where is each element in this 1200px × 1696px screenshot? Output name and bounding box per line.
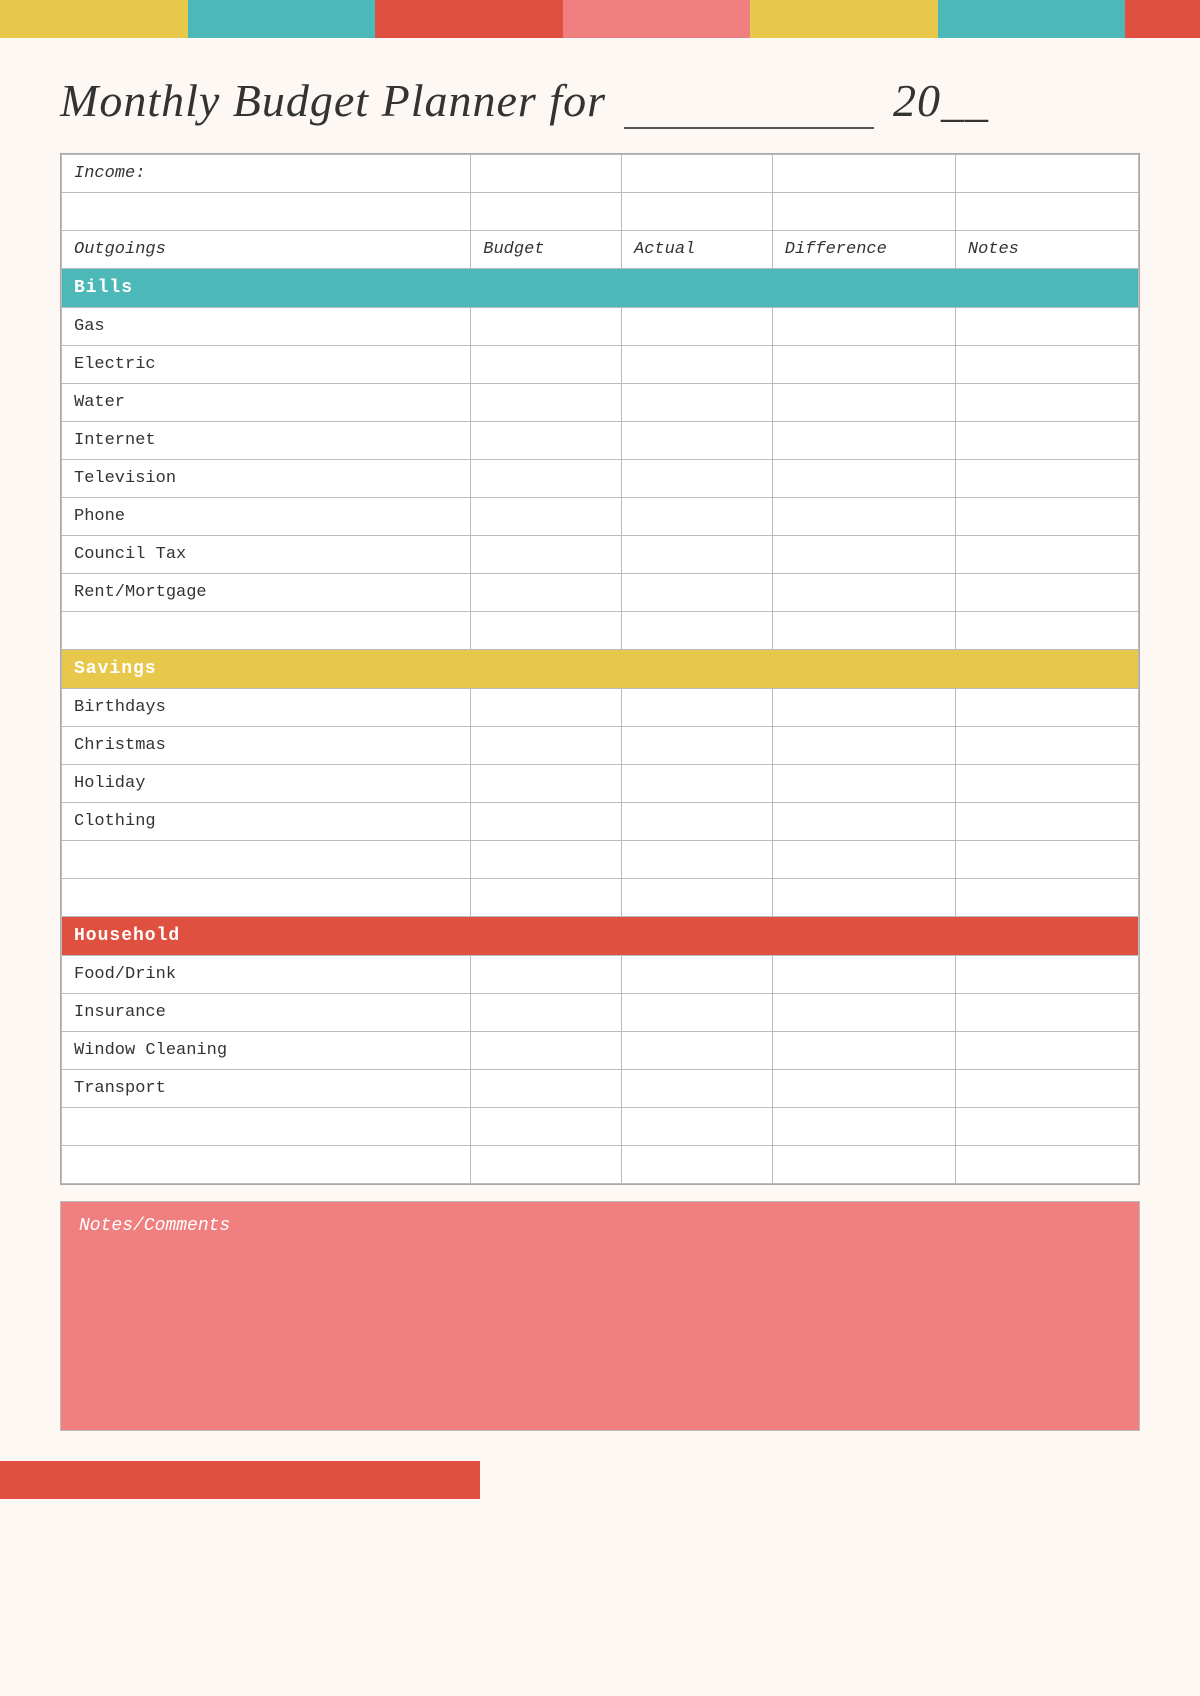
- bills-rent-mortgage-label: Rent/Mortgage: [62, 574, 471, 612]
- bills-phone-label: Phone: [62, 498, 471, 536]
- bills-gas-row: Gas: [62, 308, 1139, 346]
- bills-council-tax-row: Council Tax: [62, 536, 1139, 574]
- savings-birthdays-row: Birthdays: [62, 689, 1139, 727]
- budget-table: Income: Outgoings Budget Actual Differen…: [61, 154, 1139, 1184]
- savings-header-row: Savings: [62, 650, 1139, 689]
- income-actual: [622, 155, 773, 193]
- household-window-cleaning-row: Window Cleaning: [62, 1032, 1139, 1070]
- bills-water-row: Water: [62, 384, 1139, 422]
- top-bar-teal-1: [188, 0, 376, 38]
- bills-television-label: Television: [62, 460, 471, 498]
- outgoings-col3: Difference: [772, 231, 955, 269]
- empty-row-1: [62, 193, 1139, 231]
- income-budget: [471, 155, 622, 193]
- household-food-drink-row: Food/Drink: [62, 956, 1139, 994]
- bills-internet-label: Internet: [62, 422, 471, 460]
- household-food-drink-label: Food/Drink: [62, 956, 471, 994]
- savings-christmas-row: Christmas: [62, 727, 1139, 765]
- outgoings-col4: Notes: [955, 231, 1138, 269]
- title-name-line: [624, 74, 874, 129]
- bills-header-label: Bills: [62, 269, 1139, 308]
- empty-row-3: [62, 841, 1139, 879]
- outgoings-col0: Outgoings: [62, 231, 471, 269]
- household-insurance-label: Insurance: [62, 994, 471, 1032]
- income-label: Income:: [62, 155, 471, 193]
- top-bar-pink-1: [563, 0, 751, 38]
- page-title: Monthly Budget Planner for 20__: [60, 74, 1140, 129]
- bills-gas-actual: [622, 308, 773, 346]
- top-color-bar: [0, 0, 1200, 38]
- savings-birthdays-label: Birthdays: [62, 689, 471, 727]
- savings-holiday-label: Holiday: [62, 765, 471, 803]
- income-row: Income:: [62, 155, 1139, 193]
- household-header-label: Household: [62, 917, 1139, 956]
- bills-header-row: Bills: [62, 269, 1139, 308]
- bills-water-label: Water: [62, 384, 471, 422]
- income-diff: [772, 155, 955, 193]
- savings-holiday-row: Holiday: [62, 765, 1139, 803]
- bills-television-row: Television: [62, 460, 1139, 498]
- notes-content: [79, 1246, 1121, 1416]
- budget-table-container: Income: Outgoings Budget Actual Differen…: [60, 153, 1140, 1185]
- savings-clothing-row: Clothing: [62, 803, 1139, 841]
- title-text: Monthly Budget Planner for: [60, 75, 606, 126]
- notes-section: Notes/Comments: [60, 1201, 1140, 1431]
- empty-row-6: [62, 1146, 1139, 1184]
- outgoings-header-row: Outgoings Budget Actual Difference Notes: [62, 231, 1139, 269]
- bills-gas-label: Gas: [62, 308, 471, 346]
- bills-electric-row: Electric: [62, 346, 1139, 384]
- bottom-color-bar: [0, 1461, 1200, 1499]
- top-bar-yellow-1: [0, 0, 188, 38]
- household-window-cleaning-label: Window Cleaning: [62, 1032, 471, 1070]
- savings-header-label: Savings: [62, 650, 1139, 689]
- bills-internet-row: Internet: [62, 422, 1139, 460]
- outgoings-col2: Actual: [622, 231, 773, 269]
- income-notes: [955, 155, 1138, 193]
- bills-gas-notes: [955, 308, 1138, 346]
- notes-label: Notes/Comments: [79, 1216, 1121, 1236]
- bills-rent-mortgage-row: Rent/Mortgage: [62, 574, 1139, 612]
- household-transport-row: Transport: [62, 1070, 1139, 1108]
- bot-bar-red-small: [0, 1461, 480, 1499]
- title-year: 20__: [893, 75, 989, 126]
- top-bar-teal-2: [938, 0, 1126, 38]
- top-bar-red-1: [375, 0, 563, 38]
- empty-row-5: [62, 1108, 1139, 1146]
- bills-council-tax-label: Council Tax: [62, 536, 471, 574]
- bills-gas-budget: [471, 308, 622, 346]
- household-insurance-row: Insurance: [62, 994, 1139, 1032]
- household-transport-label: Transport: [62, 1070, 471, 1108]
- title-area: Monthly Budget Planner for 20__: [0, 38, 1200, 153]
- household-header-row: Household: [62, 917, 1139, 956]
- outgoings-col1: Budget: [471, 231, 622, 269]
- empty-row-2: [62, 612, 1139, 650]
- savings-christmas-label: Christmas: [62, 727, 471, 765]
- bills-gas-diff: [772, 308, 955, 346]
- page: Monthly Budget Planner for 20__ Income:: [0, 0, 1200, 1696]
- top-bar-yellow-2: [750, 0, 938, 38]
- top-bar-red-small: [1125, 0, 1200, 38]
- bills-electric-label: Electric: [62, 346, 471, 384]
- empty-row-4: [62, 879, 1139, 917]
- savings-clothing-label: Clothing: [62, 803, 471, 841]
- bills-phone-row: Phone: [62, 498, 1139, 536]
